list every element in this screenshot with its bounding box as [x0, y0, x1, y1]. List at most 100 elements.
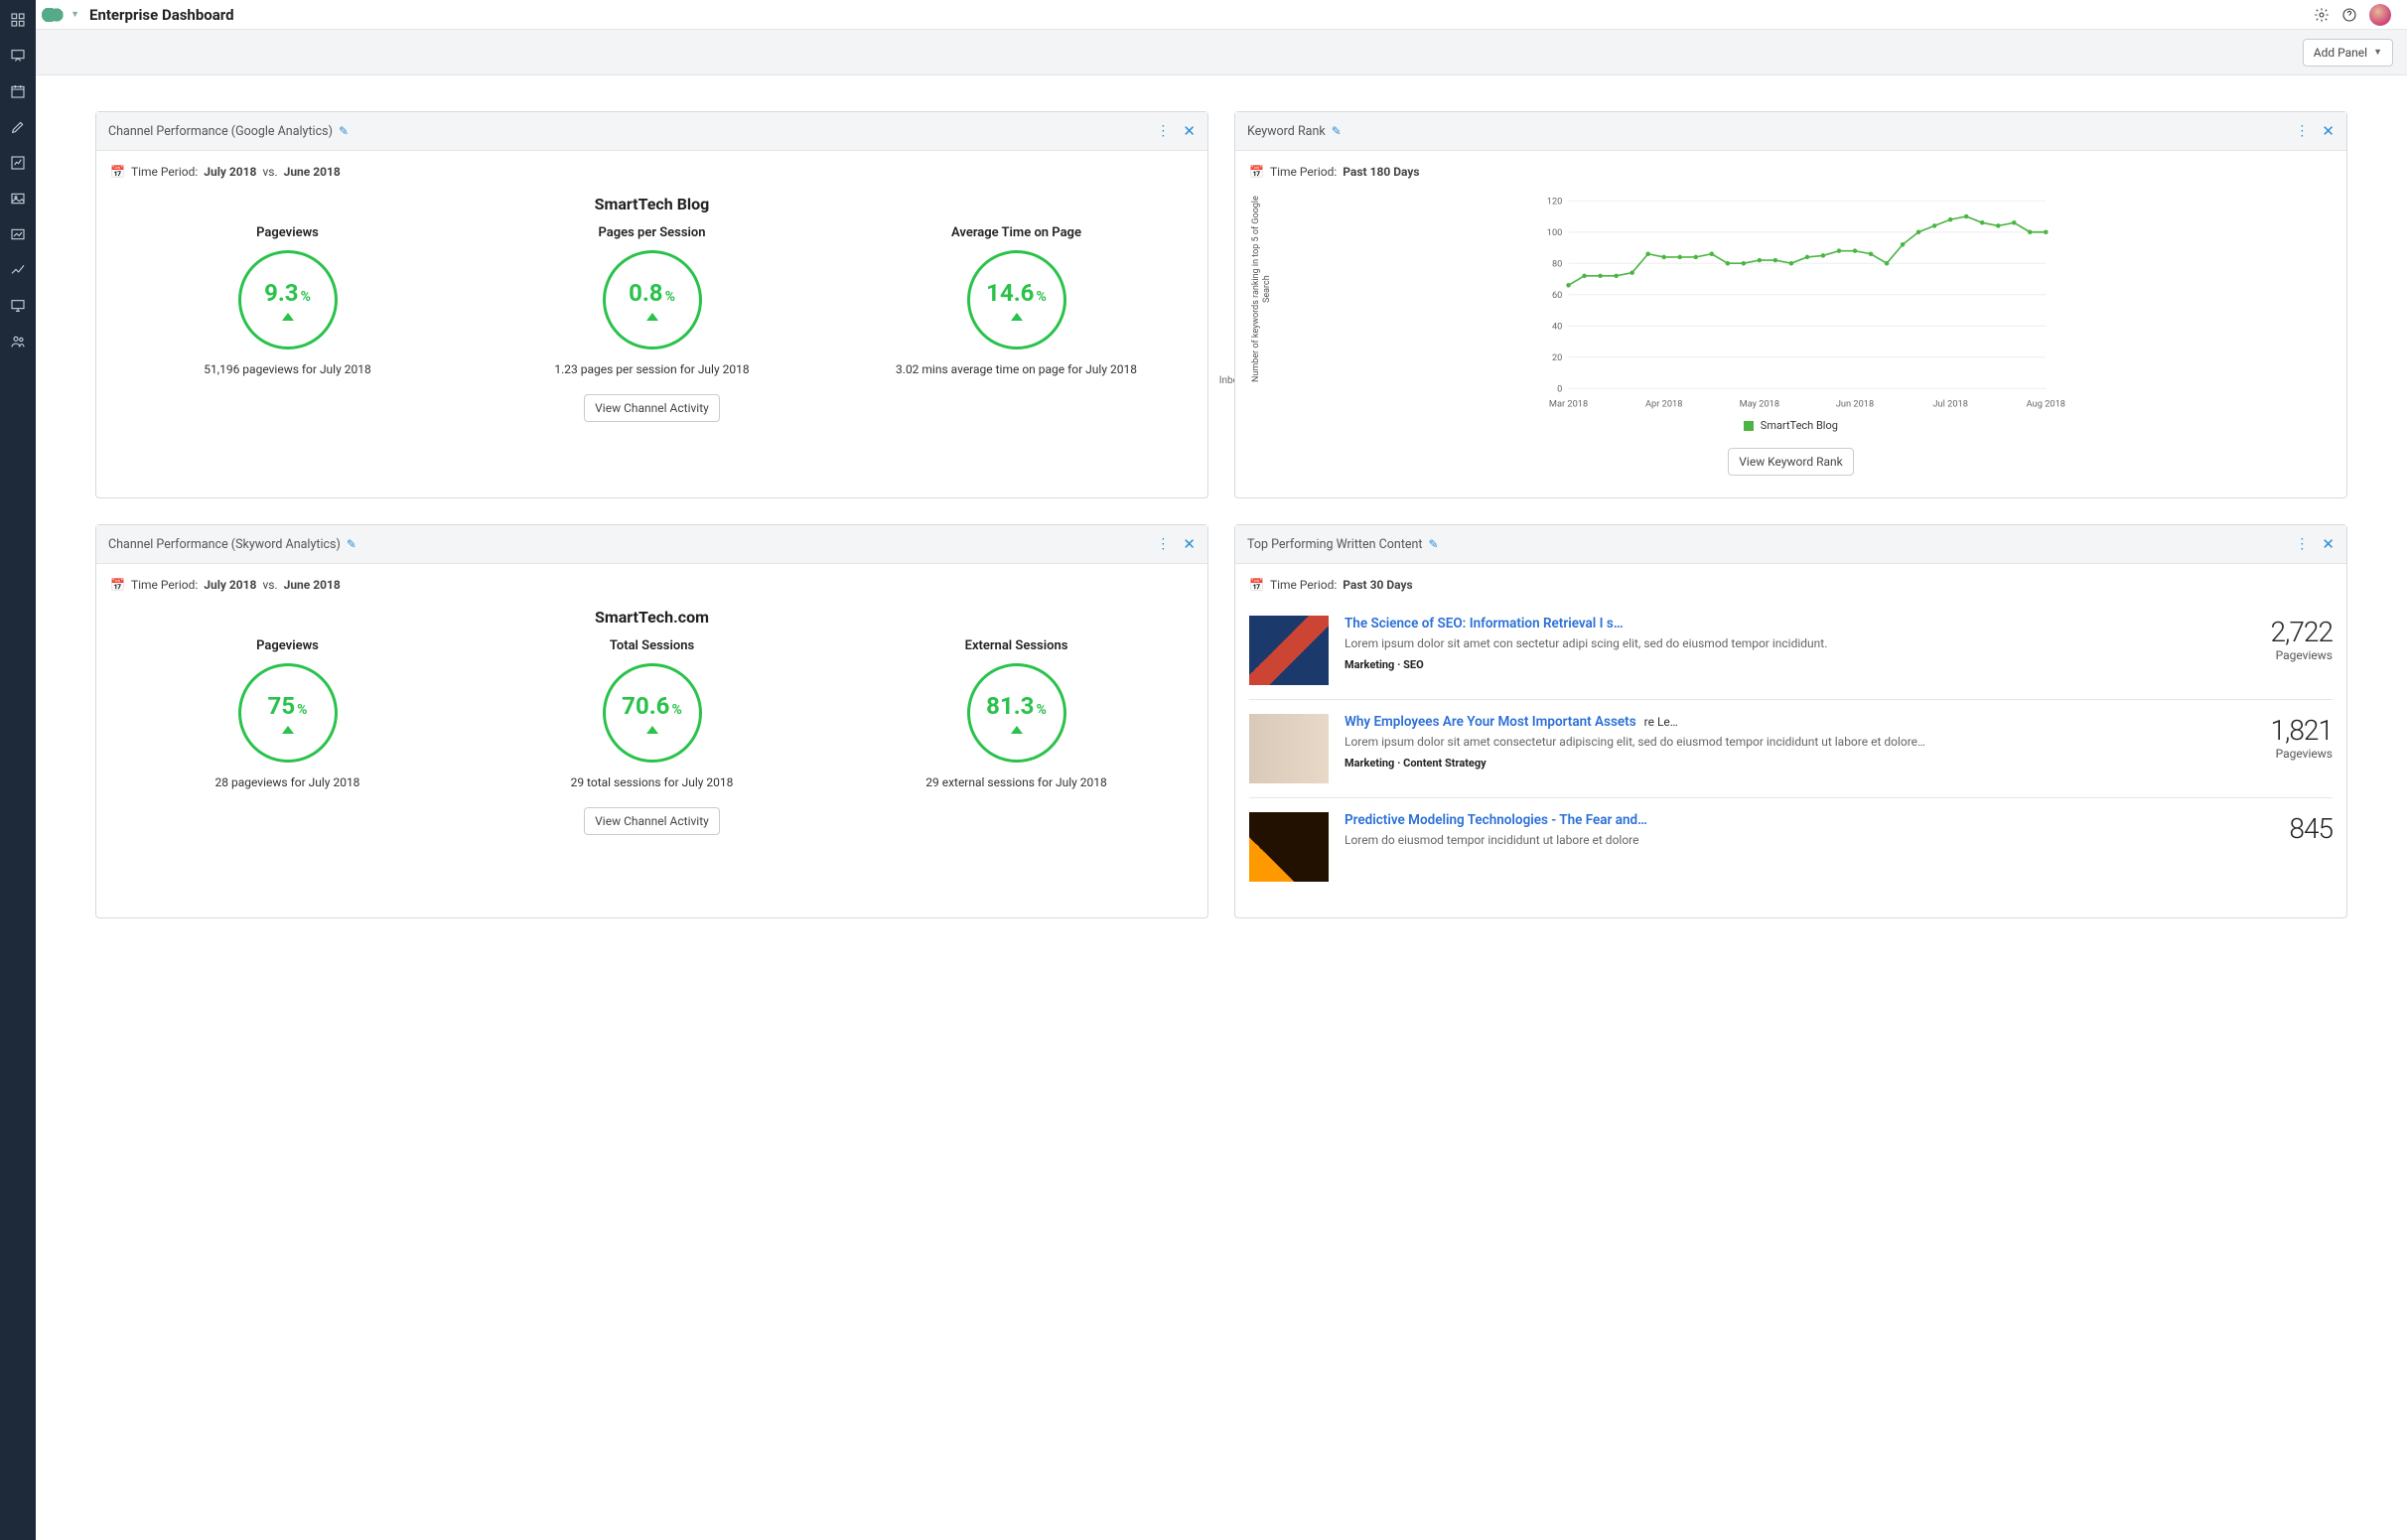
dashboard-icon[interactable] [10, 12, 26, 28]
svg-text:20: 20 [1552, 352, 1562, 363]
gauge-caption: 1.23 pages per session for July 2018 [475, 361, 829, 378]
brand-switcher[interactable]: ▼ [42, 8, 79, 22]
post-title-link[interactable]: The Science of SEO: Information Retrieva… [1345, 616, 1624, 631]
period-a: July 2018 [204, 578, 256, 592]
add-panel-label: Add Panel [2314, 46, 2367, 60]
gauge: Total Sessions 70.6% 29 total sessions f… [475, 638, 829, 791]
trend-up-icon [1011, 313, 1023, 321]
edit-icon[interactable]: ✎ [339, 124, 349, 138]
more-icon[interactable]: ⋮ [2295, 536, 2308, 552]
top-bar: ▼ Enterprise Dashboard [36, 0, 2407, 30]
metric-value: 1,821 [2245, 714, 2333, 747]
post-thumbnail[interactable] [1249, 714, 1329, 783]
avatar[interactable] [2369, 4, 2391, 26]
calendar-icon: 📅 [110, 578, 125, 592]
page-title: Enterprise Dashboard [89, 6, 234, 24]
svg-text:Jun 2018: Jun 2018 [1836, 399, 1874, 410]
period-prefix: Time Period: [1270, 165, 1337, 179]
metric-unit: Pageviews [2245, 747, 2333, 761]
image-icon[interactable] [10, 191, 26, 207]
more-icon[interactable]: ⋮ [1156, 536, 1169, 552]
gauge-ring: 75% [238, 663, 338, 763]
trend-icon[interactable] [10, 262, 26, 278]
calendar-icon: 📅 [1249, 165, 1264, 179]
svg-text:Aug 2018: Aug 2018 [2027, 399, 2065, 410]
view-keyword-rank-button[interactable]: View Keyword Rank [1728, 448, 1853, 476]
gauge-value: 0.8% [629, 279, 675, 307]
svg-text:120: 120 [1547, 196, 1563, 207]
edit-icon[interactable]: ✎ [347, 537, 356, 551]
metric-value: 845 [2245, 812, 2333, 845]
chevron-down-icon: ▼ [71, 9, 79, 20]
period-a: July 2018 [204, 165, 256, 179]
photo-icon[interactable] [10, 226, 26, 242]
gauge-caption: 29 total sessions for July 2018 [475, 774, 829, 791]
post-title-link[interactable]: Predictive Modeling Technologies - The F… [1345, 812, 1647, 828]
trend-up-icon [1011, 726, 1023, 734]
list-item: Predictive Modeling Technologies - The F… [1249, 797, 2333, 896]
gauge-ring: 70.6% [603, 663, 702, 763]
gauge-label: External Sessions [839, 638, 1194, 653]
chart-edit-icon[interactable] [10, 155, 26, 171]
gauge-value: 75% [268, 692, 308, 720]
more-icon[interactable]: ⋮ [1156, 123, 1169, 139]
close-icon[interactable]: ✕ [2322, 535, 2335, 553]
users-icon[interactable] [10, 334, 26, 350]
gauge-value: 81.3% [986, 692, 1047, 720]
presentation-icon[interactable] [10, 48, 26, 64]
trend-up-icon [282, 726, 294, 734]
close-icon[interactable]: ✕ [2322, 122, 2335, 140]
view-channel-activity-button[interactable]: View Channel Activity [584, 394, 720, 422]
edit-icon[interactable]: ✎ [1429, 537, 1439, 551]
gauge-label: Total Sessions [475, 638, 829, 653]
more-icon[interactable]: ⋮ [2295, 123, 2308, 139]
add-panel-button[interactable]: Add Panel ▼ [2303, 39, 2393, 67]
period-prefix: Time Period: [131, 165, 198, 179]
edit-icon[interactable]: ✎ [1332, 124, 1342, 138]
post-metric: 845 [2245, 812, 2333, 845]
period-vs: vs. [262, 578, 277, 592]
post-description: Lorem ipsum dolor sit amet con sectetur … [1345, 635, 2229, 652]
cta-label: View Channel Activity [595, 814, 709, 828]
post-meta: Marketing · SEO [1345, 658, 2229, 671]
panel-keyword-rank: Keyword Rank ✎ ⋮ ✕ 📅 Time Period: Past 1… [1234, 111, 2347, 498]
brand-logo [42, 8, 67, 22]
gauge: Average Time on Page 14.6% 3.02 mins ave… [839, 225, 1194, 378]
subject-title: SmartTech Blog [110, 195, 1194, 213]
close-icon[interactable]: ✕ [1183, 122, 1196, 140]
panel-title: Top Performing Written Content [1247, 537, 1423, 552]
chart-y-label: Number of keywords ranking in top 5 of G… [1251, 189, 1265, 389]
post-title-link[interactable]: Why Employees Are Your Most Important As… [1345, 714, 1636, 730]
svg-text:0: 0 [1557, 383, 1562, 394]
time-period: 📅 Time Period: July 2018 vs. June 2018 [110, 574, 1194, 602]
period-prefix: Time Period: [1270, 578, 1337, 592]
gauge-label: Pageviews [110, 638, 465, 653]
help-icon[interactable] [2341, 7, 2357, 23]
gauge-label: Pages per Session [475, 225, 829, 240]
chevron-down-icon: ▼ [2373, 47, 2382, 58]
monitor-icon[interactable] [10, 298, 26, 314]
trend-up-icon [646, 726, 658, 734]
calendar-icon: 📅 [1249, 578, 1264, 592]
panel-channel-skyword: Channel Performance (Skyword Analytics) … [95, 524, 1208, 918]
keyword-chart: 020406080100120 Mar 2018Apr 2018May 2018… [1255, 193, 2327, 417]
action-bar: Add Panel ▼ [36, 30, 2407, 75]
left-nav-rail [0, 0, 36, 1540]
period-b: June 2018 [284, 578, 341, 592]
metric-unit: Pageviews [2245, 648, 2333, 662]
time-period: 📅 Time Period: Past 30 Days [1249, 574, 2333, 602]
view-channel-activity-button[interactable]: View Channel Activity [584, 807, 720, 835]
svg-text:May 2018: May 2018 [1740, 399, 1779, 410]
pencil-icon[interactable] [10, 119, 26, 135]
post-thumbnail[interactable] [1249, 616, 1329, 685]
period-value: Past 180 Days [1343, 165, 1419, 179]
post-thumbnail[interactable] [1249, 812, 1329, 882]
gear-icon[interactable] [2314, 7, 2330, 23]
calendar-icon[interactable] [10, 83, 26, 99]
panel-top-content: Top Performing Written Content ✎ ⋮ ✕ 📅 T… [1234, 524, 2347, 918]
gauge-caption: 29 external sessions for July 2018 [839, 774, 1194, 791]
post-title-trail: re Le… [1644, 715, 1678, 729]
close-icon[interactable]: ✕ [1183, 535, 1196, 553]
post-meta: Marketing · Content Strategy [1345, 757, 2229, 770]
subject-title: SmartTech.com [110, 608, 1194, 627]
